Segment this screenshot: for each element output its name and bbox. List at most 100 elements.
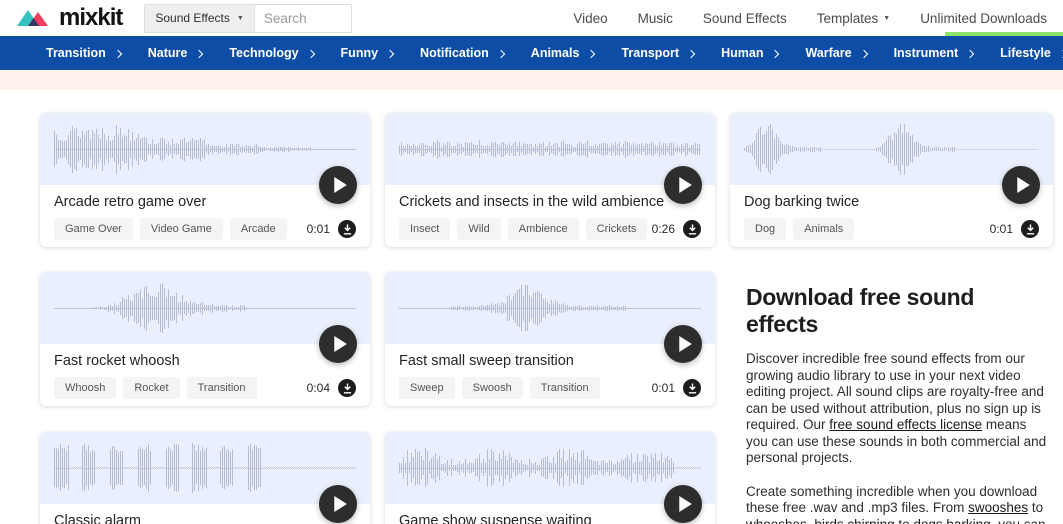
waveform-bar — [134, 139, 135, 159]
header-nav-link[interactable]: Video — [573, 11, 607, 26]
waveform-bar — [591, 460, 592, 476]
waveform-bar — [332, 467, 333, 469]
waveform-bar — [216, 467, 217, 469]
category-link[interactable]: Animals — [531, 46, 596, 60]
text-link[interactable]: free sound effects license — [829, 417, 982, 432]
download-button[interactable] — [683, 379, 701, 397]
tag-pill[interactable]: Animals — [793, 218, 855, 240]
sound-title[interactable]: Arcade retro game over — [54, 194, 356, 210]
tag-pill[interactable]: Whoosh — [54, 377, 117, 399]
waveform[interactable] — [40, 113, 370, 185]
waveform-bar — [60, 444, 61, 492]
text-link[interactable]: birds chirping — [814, 517, 894, 524]
play-button[interactable] — [319, 325, 357, 363]
waveform-bar — [461, 307, 462, 309]
download-button[interactable] — [1021, 220, 1039, 238]
tag-pill[interactable]: Sweep — [399, 377, 455, 399]
waveform-bar — [134, 294, 135, 322]
sound-title[interactable]: Classic alarm — [54, 513, 356, 524]
download-button[interactable] — [338, 220, 356, 238]
tag-pill[interactable]: Rocket — [123, 377, 180, 399]
waveform-bar — [150, 451, 151, 485]
text-link[interactable]: dogs barking — [913, 517, 990, 524]
search-field-wrap — [254, 4, 352, 32]
waveform-bar — [64, 307, 65, 309]
tag-pill[interactable]: Transition — [529, 377, 600, 399]
header-nav-link[interactable]: Music — [638, 11, 673, 26]
play-button[interactable] — [1002, 166, 1040, 204]
tag-pill[interactable]: Video Game — [139, 218, 223, 240]
waveform-bar — [569, 306, 570, 310]
waveform-bar — [804, 146, 805, 152]
category-link[interactable]: Transport — [621, 46, 696, 60]
tag-pill[interactable]: Arcade — [229, 218, 287, 240]
play-button[interactable] — [664, 166, 702, 204]
sound-title[interactable]: Fast rocket whoosh — [54, 353, 356, 369]
search-category-dropdown[interactable]: Sound Effects ▼ — [145, 4, 255, 32]
waveform-bar — [90, 307, 91, 309]
tag-pill[interactable]: Dog — [744, 218, 787, 240]
tag-pill[interactable]: Insect — [399, 218, 451, 240]
tag-pill[interactable]: Ambience — [507, 218, 579, 240]
mixkit-logo[interactable]: mixkit — [15, 4, 123, 32]
sound-title[interactable]: Dog barking twice — [744, 194, 1039, 210]
waveform-bar — [627, 307, 628, 309]
category-link[interactable]: Human — [721, 46, 780, 60]
download-button[interactable] — [683, 220, 701, 238]
waveform-bar — [557, 301, 558, 315]
waveform-bar — [56, 134, 57, 164]
sound-title[interactable]: Fast small sweep transition — [399, 353, 701, 369]
waveform[interactable] — [385, 272, 715, 344]
waveform-bar — [164, 467, 165, 469]
waveform-bar — [669, 307, 670, 309]
category-link[interactable]: Lifestyle — [1000, 46, 1063, 60]
waveform-bar — [1028, 148, 1029, 150]
text-link[interactable]: swooshes — [968, 500, 1028, 515]
tag-pill[interactable]: Crickets — [585, 218, 648, 240]
waveform[interactable] — [385, 431, 715, 504]
header-nav-link[interactable]: Sound Effects — [703, 11, 787, 26]
category-link[interactable]: Transition — [46, 46, 122, 60]
waveform[interactable] — [385, 113, 715, 185]
waveform-bar — [986, 148, 987, 150]
waveform-bar — [431, 307, 432, 309]
category-link[interactable]: Technology — [229, 46, 315, 60]
waveform-bar — [98, 467, 99, 469]
play-button[interactable] — [664, 484, 702, 523]
waveform[interactable] — [40, 431, 370, 504]
tag-pill[interactable]: Wild — [457, 218, 501, 240]
play-button[interactable] — [664, 325, 702, 363]
category-link[interactable]: Warfare — [805, 46, 868, 60]
waveform-bar — [1032, 148, 1033, 150]
category-link[interactable]: Instrument — [894, 46, 975, 60]
waveform-bar — [521, 285, 522, 331]
waveform-bar — [407, 307, 408, 309]
play-button[interactable] — [319, 166, 357, 204]
sound-title[interactable]: Crickets and insects in the wild ambienc… — [399, 194, 701, 210]
search-input[interactable] — [263, 10, 352, 26]
waveform-bar — [471, 306, 472, 310]
header-nav-link[interactable]: Templates ▼ — [817, 11, 890, 26]
waveform-bar — [204, 305, 205, 311]
waveform-bar — [513, 463, 514, 473]
category-link[interactable]: Funny — [341, 46, 395, 60]
waveform-bar — [262, 307, 263, 309]
sound-title[interactable]: Game show suspense waiting — [399, 513, 701, 524]
download-button[interactable] — [338, 379, 356, 397]
waveform-bar — [451, 306, 452, 310]
tag-pill[interactable]: Transition — [186, 377, 257, 399]
waveform-bar — [543, 142, 544, 156]
waveform-bar — [567, 305, 568, 311]
play-button[interactable] — [319, 484, 357, 523]
waveform-bar — [112, 445, 113, 490]
category-link[interactable]: Notification — [420, 46, 506, 60]
waveform-bar — [260, 307, 261, 309]
tag-pill[interactable]: Game Over — [54, 218, 133, 240]
header-nav-link[interactable]: Unlimited Downloads — [920, 11, 1047, 26]
tag-pill[interactable]: Swoosh — [461, 377, 523, 399]
waveform-bar — [92, 129, 93, 169]
category-link[interactable]: Nature — [148, 46, 204, 60]
waveform[interactable] — [40, 272, 370, 344]
waveform-bar — [507, 460, 508, 476]
text-link[interactable]: whooshes — [746, 517, 807, 524]
